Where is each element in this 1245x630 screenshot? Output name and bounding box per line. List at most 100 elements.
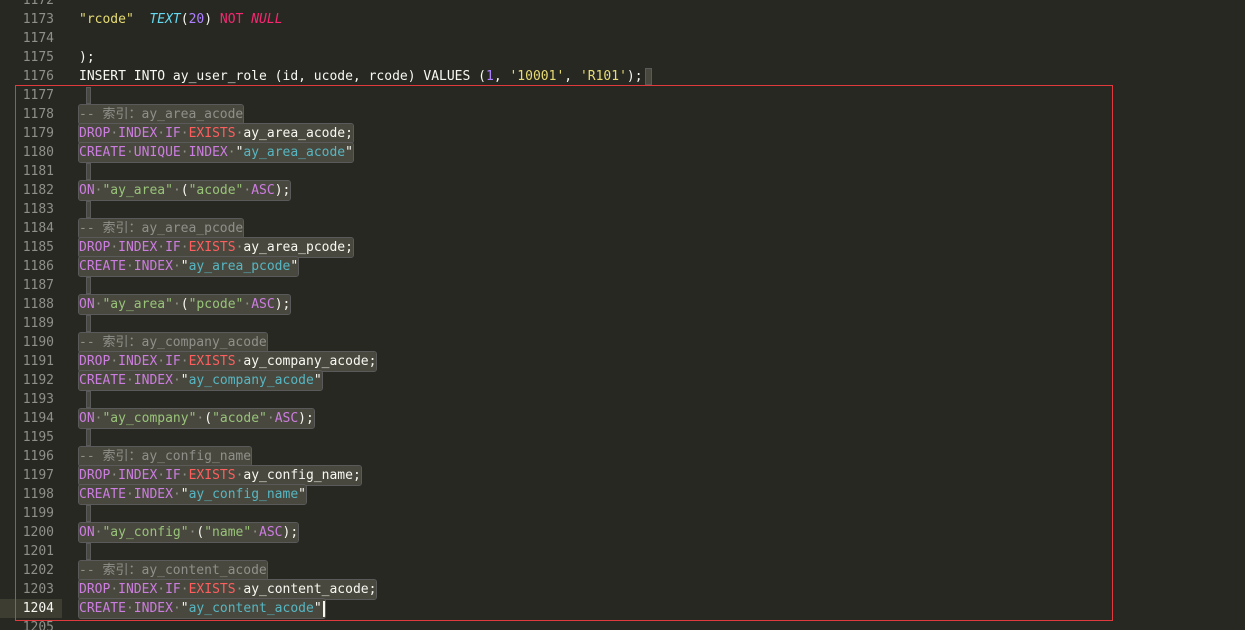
code-line[interactable]: 1190 -- 索引：ay_company_acode (0, 332, 1245, 353)
line-number: 1175 (22, 50, 54, 65)
code-line[interactable]: 1200 ON·"ay_config"·("name"·ASC); (0, 522, 1245, 543)
code-line[interactable]: 1183 (0, 200, 1245, 219)
code-token: ay_config_name (141, 449, 252, 464)
code-token: INDEX (118, 582, 158, 597)
code-line[interactable]: 1175); (0, 48, 1245, 67)
code-token: ); (282, 525, 299, 540)
empty-line-selection (86, 543, 91, 560)
code-token: ( (204, 411, 213, 426)
code-text[interactable]: ON·"ay_company"·("acode"·ASC); (78, 408, 315, 429)
code-line[interactable]: 1202 -- 索引：ay_content_acode (0, 560, 1245, 581)
code-line[interactable]: 1203 DROP·INDEX·IF·EXISTS·ay_content_acod… (0, 579, 1245, 600)
code-token: · (172, 601, 181, 616)
code-text[interactable]: CREATE·INDEX·"ay_content_acode" (78, 598, 326, 619)
code-text[interactable]: ON·"ay_area"·("acode"·ASC); (77, 180, 292, 201)
code-line[interactable]: 1173 "rcode" TEXT(20) NOT NULL (0, 10, 1245, 29)
code-line[interactable]: 1177 (0, 86, 1245, 105)
code-text[interactable]: DROP·INDEX·IF·EXISTS·ay_company_acode; (77, 351, 378, 372)
code-token: ay_area_pcode (141, 221, 244, 236)
code-text[interactable]: -- 索引：ay_area_pcode (77, 218, 245, 239)
code-line[interactable]: 1189 (0, 314, 1245, 333)
code-token: ay_company_acode; (243, 354, 377, 369)
code-token: IF (165, 468, 181, 483)
code-text[interactable]: DROP·INDEX·IF·EXISTS·ay_content_acode; (77, 579, 378, 600)
code-text[interactable]: -- 索引：ay_content_acode (78, 560, 268, 581)
code-editor[interactable]: 1172 1173 "rcode" TEXT(20) NOT NULL 1174 117… (0, 0, 1245, 630)
code-lines[interactable]: 1172 1173 "rcode" TEXT(20) NOT NULL 1174 117… (0, 0, 1245, 630)
code-token: ay_area_pcode (188, 259, 291, 274)
code-line[interactable]: 1193 (0, 390, 1245, 409)
code-line[interactable]: 1178 -- 索引：ay_area_acode (0, 104, 1245, 125)
line-number: 1201 (22, 544, 54, 559)
code-token: " (313, 373, 322, 388)
code-text[interactable]: ON·"ay_config"·("name"·ASC); (77, 522, 300, 543)
code-token: ON (79, 525, 95, 540)
code-line[interactable]: 1185 DROP·INDEX·IF·EXISTS·ay_area_pcode; (0, 237, 1245, 258)
code-token: ); (274, 183, 291, 198)
code-line[interactable]: 1172 (0, 0, 1245, 10)
code-line[interactable]: 1192 CREATE·INDEX·"ay_company_acode" (0, 370, 1245, 391)
code-token: ay_company_acode (141, 335, 267, 350)
code-token: INDEX (133, 259, 173, 274)
code-token: EXISTS (188, 468, 236, 483)
code-token: EXISTS (188, 582, 236, 597)
code-token: ASC (251, 297, 275, 312)
code-token: EXISTS (188, 354, 236, 369)
code-line[interactable]: 1199 (0, 504, 1245, 523)
code-text[interactable]: CREATE·INDEX·"ay_config_name" (78, 484, 307, 505)
code-token: -- (79, 335, 103, 350)
code-text[interactable]: -- 索引：ay_area_acode (77, 104, 245, 125)
code-line[interactable]: 1174 (0, 29, 1245, 48)
code-line[interactable]: 1180 CREATE·UNIQUE·INDEX·"ay_area_acode" (0, 142, 1245, 163)
code-text[interactable]: "rcode" TEXT(20) NOT NULL (79, 10, 283, 29)
code-line[interactable]: 1204 CREATE·INDEX·"ay_content_acode" (0, 598, 1245, 619)
code-text[interactable]: DROP·INDEX·IF·EXISTS·ay_area_pcode; (78, 237, 354, 258)
code-line[interactable]: 1181 (0, 162, 1245, 181)
code-token: · (180, 468, 189, 483)
code-text[interactable]: -- 索引：ay_config_name (77, 446, 253, 467)
code-token: 索引： (102, 335, 142, 350)
code-line[interactable]: 1188 ON·"ay_area"·("pcode"·ASC); (0, 294, 1245, 315)
code-token: CREATE (79, 601, 126, 616)
line-number: 1177 (22, 88, 54, 103)
code-text[interactable]: DROP·INDEX·IF·EXISTS·ay_config_name; (78, 465, 362, 486)
empty-line-selection (86, 201, 91, 218)
code-line[interactable]: 1198 CREATE·INDEX·"ay_config_name" (0, 484, 1245, 505)
code-token: IF (165, 582, 181, 597)
line-number: 1178 (22, 107, 54, 122)
code-text[interactable]: ON·"ay_area"·("pcode"·ASC); (77, 294, 292, 315)
code-token: ay_company_acode (188, 373, 314, 388)
code-token: 索引： (102, 221, 142, 236)
code-line[interactable]: 1187 (0, 276, 1245, 295)
code-token: · (180, 126, 189, 141)
line-number: 1187 (22, 278, 54, 293)
empty-line-selection (86, 87, 91, 104)
code-line[interactable]: 1196 -- 索引：ay_config_name (0, 446, 1245, 467)
line-number: 1172 (22, 0, 54, 8)
code-text[interactable]: CREATE·INDEX·"ay_area_pcode" (77, 256, 300, 277)
line-number: 1192 (22, 373, 54, 388)
code-text[interactable]: -- 索引：ay_company_acode (78, 332, 268, 353)
code-token: · (110, 468, 119, 483)
code-text[interactable]: CREATE·UNIQUE·INDEX·"ay_area_acode" (78, 142, 354, 163)
code-text[interactable]: ); (79, 48, 95, 67)
code-line[interactable]: 1205 (0, 618, 1245, 630)
code-token: INDEX (118, 468, 158, 483)
code-line[interactable]: 1197 DROP·INDEX·IF·EXISTS·ay_config_name; (0, 465, 1245, 486)
code-line[interactable]: 1176 INSERT INTO ay_user_role (id, ucode,… (0, 67, 1245, 86)
code-line[interactable]: 1195 (0, 428, 1245, 447)
code-line[interactable]: 1184 -- 索引：ay_area_pcode (0, 218, 1245, 239)
code-line[interactable]: 1191 DROP·INDEX·IF·EXISTS·ay_company_acod… (0, 351, 1245, 372)
code-line[interactable]: 1201 (0, 542, 1245, 561)
code-line[interactable]: 1179 DROP·INDEX·IF·EXISTS·ay_area_acode; (0, 123, 1245, 144)
code-text[interactable]: CREATE·INDEX·"ay_company_acode" (78, 370, 323, 391)
code-text[interactable]: DROP·INDEX·IF·EXISTS·ay_area_acode; (78, 123, 354, 144)
code-token: "acode" (188, 183, 244, 198)
code-line[interactable]: 1182 ON·"ay_area"·("acode"·ASC); (0, 180, 1245, 201)
code-token: " (180, 373, 189, 388)
code-line[interactable]: 1194 ON·"ay_company"·("acode"·ASC); (0, 408, 1245, 429)
code-token: TEXT (149, 12, 181, 27)
code-text[interactable]: INSERT INTO ay_user_role (id, ucode, rco… (79, 67, 652, 86)
code-line[interactable]: 1186 CREATE·INDEX·"ay_area_pcode" (0, 256, 1245, 277)
code-token: EXISTS (188, 240, 236, 255)
